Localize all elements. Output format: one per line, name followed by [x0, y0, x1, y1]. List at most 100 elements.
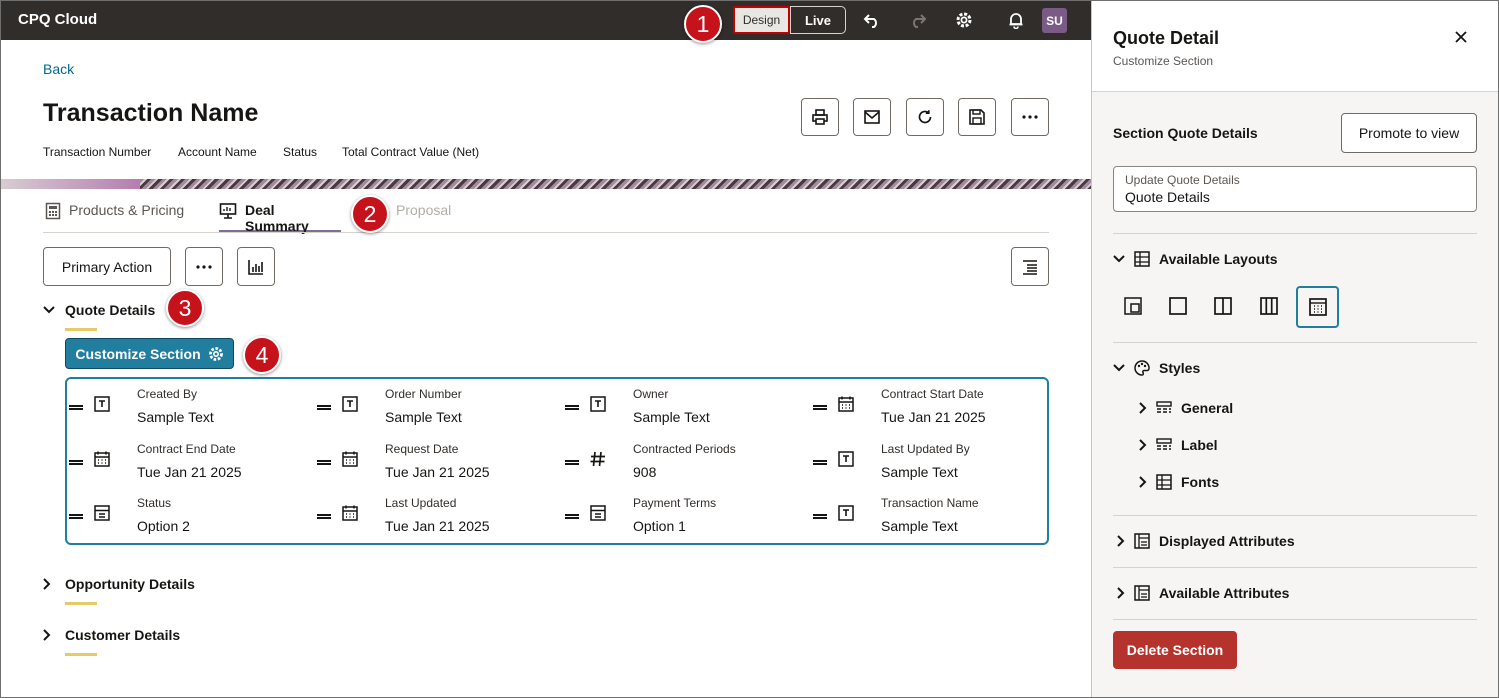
section-name-value[interactable]: Quote Details [1125, 189, 1210, 205]
notifications-bell-icon[interactable] [1006, 10, 1026, 30]
user-avatar[interactable]: SU [1042, 8, 1067, 33]
attribute-field[interactable]: Contract End Date Tue Jan 21 2025 [67, 442, 307, 486]
divider [1113, 515, 1477, 516]
back-link[interactable]: Back [43, 61, 74, 77]
email-icon [863, 108, 881, 126]
list-lines-icon [1021, 258, 1039, 276]
attribute-label: Contracted Periods [633, 442, 736, 456]
drag-handle-icon[interactable] [813, 514, 827, 519]
attribute-value: Sample Text [633, 409, 710, 425]
section-title: Opportunity Details [65, 576, 195, 592]
drag-handle-icon[interactable] [565, 405, 579, 410]
attribute-field[interactable]: Contracted Periods 908 [563, 442, 803, 486]
style-fonts-label: Fonts [1181, 474, 1220, 490]
drag-handle-icon[interactable] [565, 514, 579, 519]
more-actions-button[interactable] [1011, 98, 1049, 136]
save-button[interactable] [958, 98, 996, 136]
style-fonts-toggle[interactable]: Fonts [1139, 473, 1219, 491]
section-title: Customer Details [65, 627, 181, 643]
step-marker-3: 3 [166, 289, 204, 327]
styles-toggle[interactable]: Styles [1113, 359, 1200, 377]
step-marker-2: 2 [351, 195, 389, 233]
drag-handle-icon[interactable] [813, 405, 827, 410]
chevron-right-icon [1139, 476, 1147, 488]
opportunity-details-toggle[interactable]: Opportunity Details [43, 576, 195, 592]
customer-details-toggle[interactable]: Customer Details [43, 627, 180, 643]
attribute-field[interactable]: Last Updated Tue Jan 21 2025 [315, 496, 555, 540]
attribute-value: Option 2 [137, 518, 190, 534]
attribute-label: Contract Start Date [881, 387, 984, 401]
step-marker-1: 1 [684, 5, 722, 43]
available-layouts-toggle[interactable]: Available Layouts [1113, 250, 1278, 268]
delete-section-button[interactable]: Delete Section [1113, 631, 1237, 669]
more-options-button[interactable] [185, 247, 223, 286]
drag-handle-icon[interactable] [317, 514, 331, 519]
layout-option-two-column[interactable] [1203, 286, 1243, 326]
section-name-label: Update Quote Details [1125, 173, 1240, 187]
divider [1113, 619, 1477, 620]
attribute-value: Tue Jan 21 2025 [881, 409, 986, 425]
attribute-field[interactable]: Order Number Sample Text [315, 387, 555, 431]
attribute-value: 908 [633, 464, 657, 480]
number-field-type-icon [589, 450, 607, 468]
available-attributes-toggle[interactable]: Available Attributes [1117, 584, 1289, 602]
customize-section-label: Customize Section [75, 345, 201, 362]
style-label-toggle[interactable]: Label [1139, 436, 1218, 454]
print-button[interactable] [801, 98, 839, 136]
tab-deal-summary[interactable]: Deal Summary [219, 199, 341, 234]
attribute-field[interactable]: Owner Sample Text [563, 387, 803, 431]
promote-to-view-button[interactable]: Promote to view [1341, 113, 1477, 153]
layout-option-one-column[interactable] [1158, 286, 1198, 326]
drag-handle-icon[interactable] [69, 405, 83, 410]
tabs-divider [43, 232, 1049, 233]
style-general-toggle[interactable]: General [1139, 399, 1233, 417]
undo-icon[interactable] [862, 10, 882, 30]
attribute-label: Owner [633, 387, 669, 401]
layout-option-three-column[interactable] [1249, 286, 1289, 326]
divider [1113, 233, 1477, 234]
attribute-field[interactable]: Status Option 2 [67, 496, 307, 540]
style-settings-icon [1155, 399, 1173, 417]
quote-details-toggle[interactable]: Quote Details [43, 302, 155, 318]
close-icon[interactable] [1450, 26, 1472, 48]
drag-handle-icon[interactable] [317, 460, 331, 465]
redo-icon[interactable] [908, 10, 928, 30]
attribute-field[interactable]: Request Date Tue Jan 21 2025 [315, 442, 555, 486]
displayed-attributes-toggle[interactable]: Displayed Attributes [1117, 532, 1295, 550]
section-name-input[interactable]: Update Quote Details Quote Details [1113, 166, 1477, 212]
attribute-field[interactable]: Created By Sample Text [67, 387, 307, 431]
attributes-icon [1133, 584, 1151, 602]
chevron-right-icon [1117, 535, 1125, 547]
attribute-field[interactable]: Transaction Name Sample Text [811, 496, 1051, 540]
customize-section-button[interactable]: Customize Section [65, 338, 234, 369]
settings-gear-icon[interactable] [954, 10, 974, 30]
drag-handle-icon[interactable] [565, 460, 579, 465]
design-mode-button[interactable]: Design [733, 6, 790, 34]
attribute-field[interactable]: Payment Terms Option 1 [563, 496, 803, 540]
section-list-button[interactable] [1011, 247, 1049, 286]
primary-action-button[interactable]: Primary Action [43, 247, 171, 286]
drag-handle-icon[interactable] [69, 514, 83, 519]
layout-two-column-icon [1213, 296, 1233, 316]
attribute-value: Tue Jan 21 2025 [385, 518, 490, 534]
text-field-type-icon [837, 450, 855, 468]
drag-handle-icon[interactable] [69, 460, 83, 465]
analytics-button[interactable] [237, 247, 275, 286]
email-button[interactable] [853, 98, 891, 136]
quote-details-fields[interactable]: Created By Sample Text Order Number Sample … [65, 377, 1049, 545]
layout-option-four-column[interactable] [1296, 286, 1339, 328]
live-mode-button[interactable]: Live [790, 6, 846, 34]
attribute-field[interactable]: Contract Start Date Tue Jan 21 2025 [811, 387, 1051, 431]
attribute-value: Sample Text [881, 518, 958, 534]
drag-handle-icon[interactable] [317, 405, 331, 410]
layout-option-custom[interactable] [1113, 286, 1153, 326]
available-attributes-label: Available Attributes [1159, 585, 1290, 601]
chevron-right-icon [43, 629, 51, 641]
tab-products-pricing[interactable]: Products & Pricing [45, 199, 184, 233]
panel-subtitle: Customize Section [1113, 54, 1214, 68]
attribute-field[interactable]: Last Updated By Sample Text [811, 442, 1051, 486]
text-field-type-icon [589, 395, 607, 413]
drag-handle-icon[interactable] [813, 460, 827, 465]
refresh-button[interactable] [906, 98, 944, 136]
tab-proposal[interactable]: Proposal [396, 199, 451, 233]
